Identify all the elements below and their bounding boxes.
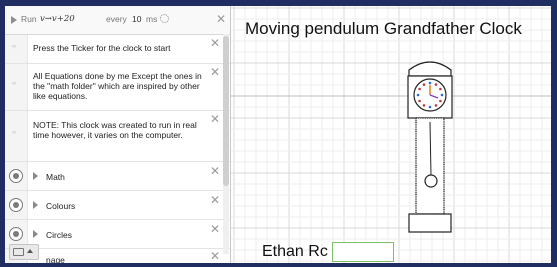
close-icon[interactable]: ✕ xyxy=(210,194,220,206)
caret-right-icon[interactable] xyxy=(33,172,38,180)
close-icon[interactable]: ✕ xyxy=(210,223,220,235)
graph-title: Moving pendulum Grandfather Clock xyxy=(245,19,522,38)
clock-hour-mark xyxy=(418,99,421,103)
folder-label: Math xyxy=(46,172,65,182)
author-label: Ethan Rc xyxy=(262,243,328,260)
clock-hour-mark xyxy=(434,104,438,107)
folder-label: nage xyxy=(46,255,65,263)
ticker-run-label: Run xyxy=(21,14,37,24)
close-icon[interactable]: ✕ xyxy=(210,66,220,78)
ticker-row[interactable]: Run v→v+20 every 10 ms ✕ xyxy=(5,6,230,35)
folder-label: Colours xyxy=(46,201,76,211)
clock-hood-arch xyxy=(408,61,452,77)
keyboard-icon xyxy=(13,248,24,256)
folder-row-colours[interactable]: Colours ✕ xyxy=(5,191,230,220)
folder-row-math[interactable]: Math ✕ xyxy=(5,162,230,191)
caret-right-icon[interactable] xyxy=(33,201,38,209)
note-text[interactable]: All Equations done by me Except the ones… xyxy=(33,71,210,101)
clock-hour-mark xyxy=(434,83,438,86)
ticker-interval[interactable]: 10 xyxy=(132,14,141,24)
hidden-circle-icon[interactable] xyxy=(9,169,23,183)
clock-hour-mark xyxy=(422,104,426,107)
author-overlay-box[interactable] xyxy=(332,242,394,262)
graph-paper[interactable]: Moving pendulum Grandfather Clock Ethan … xyxy=(231,6,551,263)
quote-icon: “ xyxy=(11,129,17,142)
gear-icon[interactable] xyxy=(160,14,169,23)
graph-grid xyxy=(231,6,551,263)
clock-hour-mark xyxy=(418,87,421,91)
close-icon[interactable]: ✕ xyxy=(210,250,220,262)
ticker-expression[interactable]: v→v+20 xyxy=(40,14,75,24)
hidden-circle-icon[interactable] xyxy=(9,227,23,241)
note-row[interactable]: “ Press the Ticker for the clock to star… xyxy=(5,35,230,64)
caret-up-icon xyxy=(27,249,33,253)
close-icon[interactable]: ✕ xyxy=(210,37,220,49)
pendulum-bob xyxy=(424,174,438,188)
quote-icon: “ xyxy=(11,80,17,93)
clock-hour-mark xyxy=(428,81,432,85)
close-icon[interactable]: ✕ xyxy=(210,165,220,177)
note-row[interactable]: “ NOTE: This clock was created to run in… xyxy=(5,111,230,162)
note-text[interactable]: NOTE: This clock was created to run in r… xyxy=(33,120,210,140)
ticker-every-label: every xyxy=(106,14,127,24)
note-row[interactable]: “ All Equations done by me Except the on… xyxy=(5,64,230,111)
clock-hour-mark xyxy=(439,87,442,91)
close-icon[interactable]: ✕ xyxy=(216,13,226,25)
clock-hour-mark xyxy=(422,83,426,86)
note-text[interactable]: Press the Ticker for the clock to start xyxy=(33,43,210,53)
clock-hour-mark xyxy=(428,105,432,109)
folder-label: Circles xyxy=(46,230,72,240)
clock-hour-mark xyxy=(439,99,442,103)
desmos-window: Run v→v+20 every 10 ms ✕ “ Press the Tic… xyxy=(5,6,551,263)
scrollbar[interactable] xyxy=(223,34,229,254)
hidden-circle-icon[interactable] xyxy=(9,198,23,212)
clock-hour-mark xyxy=(440,93,444,97)
expression-list: Run v→v+20 every 10 ms ✕ “ Press the Tic… xyxy=(5,6,231,263)
scrollbar-thumb[interactable] xyxy=(223,36,229,186)
clock-hour-mark xyxy=(416,93,420,97)
play-icon[interactable] xyxy=(11,16,17,24)
ticker-unit: ms xyxy=(146,14,158,24)
quote-icon: “ xyxy=(11,43,17,56)
keypad-button[interactable] xyxy=(9,244,39,260)
caret-right-icon[interactable] xyxy=(33,230,38,238)
clock-base xyxy=(408,213,452,233)
close-icon[interactable]: ✕ xyxy=(210,113,220,125)
